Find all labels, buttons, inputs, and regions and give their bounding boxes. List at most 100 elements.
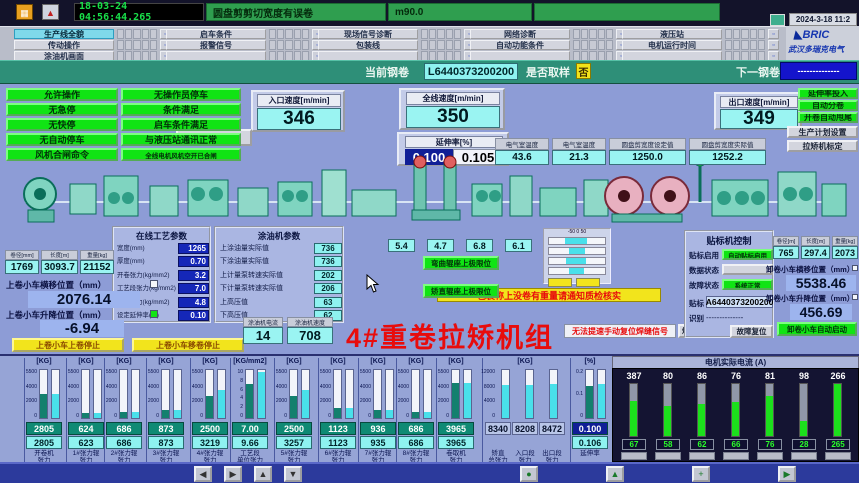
alarm-value: m90.0	[388, 3, 532, 21]
motor-current-bottom: 76	[758, 439, 782, 450]
function-button-3[interactable]: 生产计划设置	[787, 126, 858, 138]
function-button-4[interactable]: 拉矫机标定	[787, 140, 858, 152]
gauge-tick: 2000	[276, 398, 287, 404]
process-param-value[interactable]: 7.0	[178, 283, 209, 294]
menu-page-icon[interactable]: ▫	[768, 29, 779, 39]
tension-gauge-工艺段: [KG/mm2]10864207.009.66工艺段单位张力	[230, 358, 268, 462]
function-button-1[interactable]: 自动分卷	[798, 100, 858, 111]
process-param-value[interactable]: 4.8	[178, 297, 209, 308]
taskbar-button[interactable]: ◀	[194, 466, 212, 482]
indicator-cell	[150, 29, 157, 39]
gauge-label: 6#张力辊	[319, 450, 357, 457]
menu-indicator-strip	[421, 29, 461, 39]
taskbar-button[interactable]: ●	[520, 466, 538, 482]
gauge-tick: 2000	[320, 398, 331, 404]
entry-lift-indicator	[150, 310, 158, 318]
gauge-set-value: 3965	[438, 422, 474, 435]
process-param-value[interactable]: 1265	[178, 243, 209, 254]
gauge-label: 4#张力辊	[191, 450, 229, 457]
menu-button-生产线全貌[interactable]: 生产线全貌	[14, 29, 114, 39]
taskbar-button[interactable]: ▶	[778, 466, 796, 482]
menu-button-自动功能条件[interactable]: 自动功能条件	[470, 40, 570, 50]
status-button[interactable]: 全线电机风机空开已合闸	[121, 148, 241, 161]
gauge-tick: 4000	[68, 384, 79, 390]
gauge-tick: 5500	[192, 369, 203, 375]
menu-button-启车条件[interactable]: 启车条件	[166, 29, 266, 39]
menu-button-包装线[interactable]: 包装线	[318, 40, 418, 50]
gauge-label: 开卷机	[25, 450, 63, 457]
indicator-cell	[117, 29, 124, 39]
menu-button-电机运行时间[interactable]: 电机运行时间	[622, 40, 722, 50]
status-button[interactable]: 启车条件满足	[121, 118, 241, 131]
current-coil-label: 当前钢卷	[365, 63, 409, 81]
motor-label-box	[757, 452, 783, 460]
status-button[interactable]: 无快停	[6, 118, 118, 131]
cpc-bar-row	[548, 267, 606, 275]
gauge-tick: 0	[34, 413, 37, 419]
process-param-value[interactable]: 0.70	[178, 256, 209, 267]
gauge-bar-fill	[120, 412, 127, 418]
taskbar-button[interactable]: ▼	[284, 466, 302, 482]
labeler-fault-reset-button[interactable]: 故障复位	[730, 325, 773, 338]
alarm-panel-icon[interactable]: ▲	[42, 4, 59, 20]
function-button-0[interactable]: 延伸率投入	[798, 88, 858, 99]
taskbar-button[interactable]: +	[692, 466, 710, 482]
gauge-bar-fill	[258, 372, 265, 418]
process-param-value[interactable]: 3.2	[178, 270, 209, 281]
motor-label-box	[723, 452, 749, 460]
roller-limit-button[interactable]: 弯曲辊座上极限位	[423, 256, 499, 270]
roller-limit-button[interactable]: 矫直辊座上极限位	[423, 284, 499, 298]
hmi-screen: ▦ ▲ 18-03-24 04:56:44.265 圆盘剪剪切宽度有误卷 m90…	[0, 0, 859, 483]
taskbar-button[interactable]: ▲	[606, 466, 624, 482]
status-button[interactable]: 允许操作	[6, 88, 118, 101]
app-logo-icon[interactable]: ▦	[16, 4, 33, 20]
status-button[interactable]: 风机合闸命令	[6, 148, 118, 161]
next-coil-id[interactable]: --------------	[780, 62, 857, 80]
exit-traverse-checkbox[interactable]	[852, 265, 858, 271]
motor-label-box	[689, 452, 715, 460]
exit-car-auto-start-button[interactable]: 卸卷小车自动启动	[777, 322, 857, 336]
current-coil-id[interactable]: L6440373200200	[424, 63, 518, 80]
labeler-tag-value[interactable]: A6440373200200	[706, 296, 773, 308]
function-button-2[interactable]: 开卷自动甩尾	[798, 112, 858, 123]
motor-label-box	[655, 452, 681, 460]
menu-button-液压站[interactable]: 液压站	[622, 29, 722, 39]
sample-flag[interactable]: 否	[576, 63, 591, 79]
exit-lift-checkbox[interactable]	[852, 294, 858, 300]
status-button[interactable]: 与液压站通讯正常	[121, 133, 241, 146]
status-button[interactable]: 无操作员停车	[121, 88, 241, 101]
alarm-message[interactable]: 圆盘剪剪切宽度有误卷	[206, 3, 386, 21]
process-param-value[interactable]: 0.10	[178, 310, 209, 321]
oiler-params-title: 涂油机参数	[216, 230, 342, 242]
oiler-motor-label: 涂油机电流	[243, 317, 283, 327]
status-button[interactable]: 无自动停车	[6, 133, 118, 146]
gauge-unit: [KG]	[437, 358, 475, 367]
tension-gauge-8#张力辊: [KG]55004000200006866868#张力辊张力	[396, 358, 434, 462]
gauge-bar-fill	[464, 383, 471, 418]
menu-button-网络诊断[interactable]: 网络诊断	[470, 29, 570, 39]
menu-button-传动操作[interactable]: 传动操作	[14, 40, 114, 50]
oiler-param-label: 下计量泵转速实际值	[220, 283, 312, 294]
taskbar-button[interactable]: ▶	[224, 466, 242, 482]
labeler-row-value[interactable]: 系统正常	[722, 279, 773, 290]
gauge-tick: 0	[492, 413, 495, 419]
menu-button-现场信号诊断[interactable]: 现场信号诊断	[318, 29, 418, 39]
indicator-cell	[733, 29, 740, 39]
menu-button-报警信号[interactable]: 报警信号	[166, 40, 266, 50]
process-param-label: 厚度(mm)	[117, 256, 177, 267]
menu-bar: 生产线全貌▫传动操作▫涂油机画面▫启车条件▫报警信号▫▫现场信号诊断▫包装线▫▫…	[0, 26, 786, 60]
gauge-tick: 0	[114, 413, 117, 419]
taskbar-button[interactable]: ▲	[254, 466, 272, 482]
tension-gauge-4#张力辊: [KG]5500400020000250032194#张力辊张力	[190, 358, 228, 462]
motor-current-top: 76	[721, 371, 751, 381]
status-button[interactable]: 无急停	[6, 103, 118, 116]
menu-page-icon[interactable]: ▫	[768, 40, 779, 50]
entry-car-move-stop-button[interactable]: 上卷小车移卷停止	[132, 338, 244, 352]
status-button[interactable]: 条件满足	[121, 103, 241, 116]
labeler-row-value[interactable]: 自动贴标启用	[722, 249, 773, 260]
system-tray-icon[interactable]	[770, 14, 785, 26]
gauge-label: 卷取机	[437, 450, 475, 457]
entry-car-stop-button[interactable]: 上卷小车上卷停止	[12, 338, 124, 352]
exit-lift-value: 456.69	[790, 304, 852, 320]
entry-traverse-checkbox[interactable]	[150, 280, 158, 288]
